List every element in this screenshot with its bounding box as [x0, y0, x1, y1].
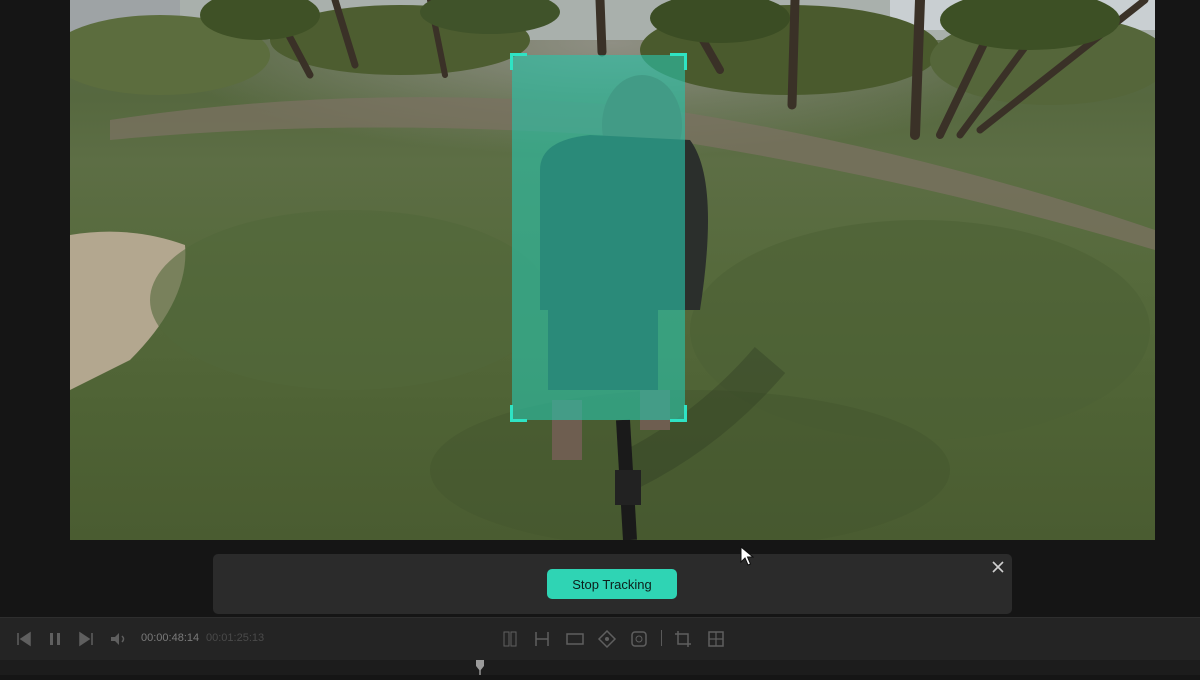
stop-tracking-button[interactable]: Stop Tracking — [547, 569, 677, 599]
timeline-track[interactable] — [0, 660, 1200, 675]
mouse-cursor-icon — [740, 545, 755, 571]
previous-frame-icon[interactable] — [14, 629, 34, 649]
tracking-panel: Stop Tracking — [213, 554, 1012, 614]
tracking-box-handle-bottom-right[interactable] — [670, 405, 687, 422]
split-icon[interactable] — [500, 629, 520, 649]
video-preview[interactable] — [70, 0, 1155, 540]
playhead-icon[interactable] — [475, 660, 485, 680]
volume-icon[interactable] — [108, 629, 128, 649]
aspect-ratio-icon[interactable] — [565, 629, 585, 649]
crop-icon[interactable] — [673, 629, 693, 649]
current-time: 00:00:48:14 — [141, 632, 200, 644]
tracking-box[interactable] — [510, 53, 687, 422]
total-duration: 00:01:25:13 — [206, 632, 265, 644]
grid-icon[interactable] — [706, 629, 726, 649]
tracking-box-handle-bottom-left[interactable] — [510, 405, 527, 422]
toolbar-divider — [661, 630, 662, 646]
tracking-box-handle-top-right[interactable] — [670, 53, 687, 70]
trim-icon[interactable] — [532, 629, 552, 649]
target-icon[interactable] — [629, 629, 649, 649]
next-frame-icon[interactable] — [76, 629, 96, 649]
close-icon[interactable] — [988, 557, 1008, 577]
pause-icon[interactable] — [45, 629, 65, 649]
playback-toolbar: 00:00:48:14 00:01:25:13 — [0, 617, 1200, 660]
tracking-box-handle-top-left[interactable] — [510, 53, 527, 70]
keyframe-icon[interactable] — [597, 629, 617, 649]
